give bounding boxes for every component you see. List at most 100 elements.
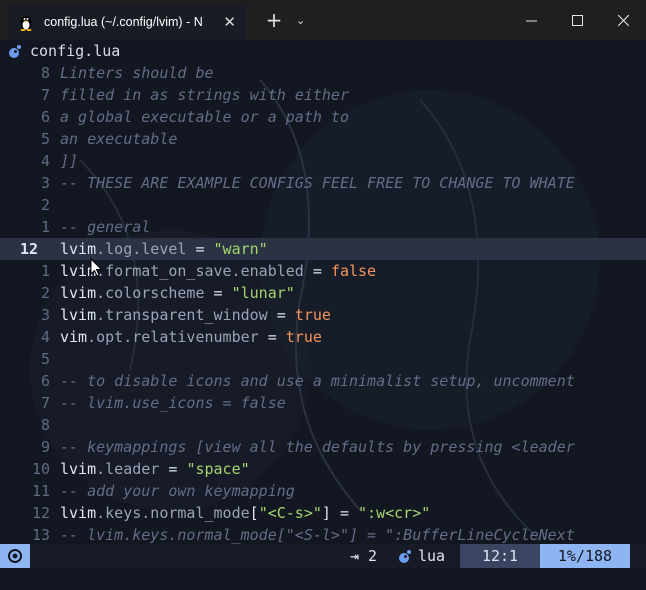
code-line[interactable]: 13 -- lvim.keys.normal_mode["<S-l>"] = ":… — [0, 524, 646, 546]
code-token: "lunar" — [231, 284, 295, 302]
code-token: = — [303, 262, 331, 280]
line-number: 10 — [31, 460, 50, 478]
code-token: = — [186, 240, 214, 258]
line-code: -- add your own keymapping — [60, 480, 295, 502]
code-token: filled in as strings with either — [60, 86, 349, 104]
close-icon — [617, 14, 629, 26]
line-code: -- general — [60, 216, 150, 238]
code-line[interactable]: 11 -- add your own keymapping — [0, 480, 646, 502]
command-line[interactable] — [0, 568, 646, 590]
minimize-icon — [525, 20, 537, 21]
code-token: ] = — [321, 504, 359, 522]
chevron-down-icon[interactable]: ⌄ — [296, 14, 305, 27]
terminal-tab[interactable]: config.lua (~/.config/lvim) - N ✕ — [8, 4, 246, 40]
code-token: lvim — [60, 306, 97, 324]
line-code: a global executable or a path to — [60, 106, 349, 128]
code-line[interactable]: 8 Linters should be — [0, 62, 646, 84]
code-token: lvim — [60, 240, 97, 258]
line-code: lvim.leader = "space" — [60, 458, 250, 480]
code-token: true — [294, 306, 331, 324]
line-number: 11 — [31, 482, 50, 500]
maximize-icon — [571, 14, 583, 26]
maximize-button[interactable] — [554, 0, 600, 40]
line-number: 1 — [40, 218, 50, 236]
code-line[interactable]: 2 lvim.colorscheme = "lunar" — [0, 282, 646, 304]
mode-indicator — [0, 544, 30, 568]
line-code: -- to disable icons and use a minimalist… — [60, 370, 575, 392]
current-line[interactable]: 12 lvim.log.level = "warn" — [0, 238, 646, 260]
code-token: .log.level — [96, 240, 187, 258]
code-line[interactable]: 6 a global executable or a path to — [0, 106, 646, 128]
code-token: lvim — [60, 504, 97, 522]
code-line[interactable]: 10 lvim.leader = "space" — [0, 458, 646, 480]
code-token: -- to disable icons and use a minimalist… — [60, 372, 575, 390]
code-token: an executable — [60, 130, 178, 148]
code-token: .colorscheme — [96, 284, 205, 302]
code-token: vim — [60, 328, 88, 346]
code-line[interactable]: 6 -- to disable icons and use a minimalis… — [0, 370, 646, 392]
code-line[interactable]: 12 lvim.keys.normal_mode["<C-s>"] = ":w<c… — [0, 502, 646, 524]
code-token: Linters should be — [60, 64, 214, 82]
line-code: an executable — [60, 128, 177, 150]
line-code: -- lvim.use_icons = false — [60, 392, 286, 414]
line-code: -- keymappings [view all the defaults by… — [60, 436, 575, 458]
line-code: -- THESE ARE EXAMPLE CONFIGS FEEL FREE T… — [60, 172, 575, 194]
minimize-button[interactable] — [508, 0, 554, 40]
code-line[interactable]: 9 -- keymappings [view all the defaults b… — [0, 436, 646, 458]
winbar: config.lua — [0, 40, 646, 62]
mode-gear-icon — [8, 549, 22, 563]
line-number: 5 — [40, 350, 50, 368]
line-number: 8 — [40, 416, 50, 434]
code-token: = — [159, 460, 187, 478]
code-token: = — [258, 328, 286, 346]
code-line[interactable]: 2 — [0, 194, 646, 216]
line-number: 6 — [40, 372, 50, 390]
new-tab-button[interactable]: + — [264, 8, 284, 32]
code-token: .keys.normal_mode — [96, 504, 250, 522]
line-number: 4 — [40, 328, 50, 346]
cursor-position: 12:1 — [460, 544, 540, 568]
code-token: "space" — [186, 460, 250, 478]
code-line[interactable]: 7 -- lvim.use_icons = false — [0, 392, 646, 414]
line-number: 7 — [40, 86, 50, 104]
code-editor[interactable]: 8 Linters should be 7 filled in as strings … — [0, 62, 646, 546]
close-tab-icon[interactable]: ✕ — [223, 13, 236, 31]
code-token: ]] — [60, 152, 79, 170]
winbar-filename: config.lua — [30, 42, 121, 60]
close-window-button[interactable] — [600, 0, 646, 40]
line-number: 1 — [40, 262, 50, 280]
line-number: 8 — [40, 64, 50, 82]
code-token: "warn" — [213, 240, 268, 258]
line-code: lvim.colorscheme = "lunar" — [60, 282, 295, 304]
code-line[interactable]: 7 filled in as strings with either — [0, 84, 646, 106]
lua-icon — [399, 550, 411, 563]
line-number: 4 — [40, 152, 50, 170]
line-code: filled in as strings with either — [60, 84, 349, 106]
code-line[interactable]: 8 — [0, 414, 646, 436]
line-number: 7 — [40, 394, 50, 412]
code-token: -- keymappings [view all the defaults by… — [60, 438, 575, 456]
line-number: 12 — [31, 504, 50, 522]
code-line[interactable]: 4]] — [0, 150, 646, 172]
line-code: -- lvim.keys.normal_mode["<S-l>"] = ":Bu… — [60, 524, 575, 546]
code-token: .format_on_save.enabled — [96, 262, 304, 280]
line-code: vim.opt.relativenumber = true — [60, 326, 322, 348]
code-token: -- lvim.use_icons = false — [60, 394, 286, 412]
code-line[interactable]: 5 an executable — [0, 128, 646, 150]
line-number: 9 — [40, 438, 50, 456]
code-line[interactable]: 3 -- THESE ARE EXAMPLE CONFIGS FEEL FREE … — [0, 172, 646, 194]
code-token: lvim — [60, 460, 97, 478]
code-token: .transparent_window — [96, 306, 268, 324]
code-line[interactable]: 4 vim.opt.relativenumber = true — [0, 326, 646, 348]
code-line[interactable]: 5 — [0, 348, 646, 370]
code-token: a global executable or a path to — [60, 108, 349, 126]
code-token: = — [204, 284, 232, 302]
code-token: .leader — [96, 460, 160, 478]
line-code: lvim.log.level = "warn" — [60, 238, 268, 260]
code-line[interactable]: 1 -- general — [0, 216, 646, 238]
code-line[interactable]: 3 lvim.transparent_window = true — [0, 304, 646, 326]
code-token: "<C-s>" — [258, 504, 322, 522]
title-bar: config.lua (~/.config/lvim) - N ✕ + ⌄ — [0, 0, 646, 40]
line-code: lvim.format_on_save.enabled = false — [60, 260, 376, 282]
line-number: 3 — [40, 306, 50, 324]
